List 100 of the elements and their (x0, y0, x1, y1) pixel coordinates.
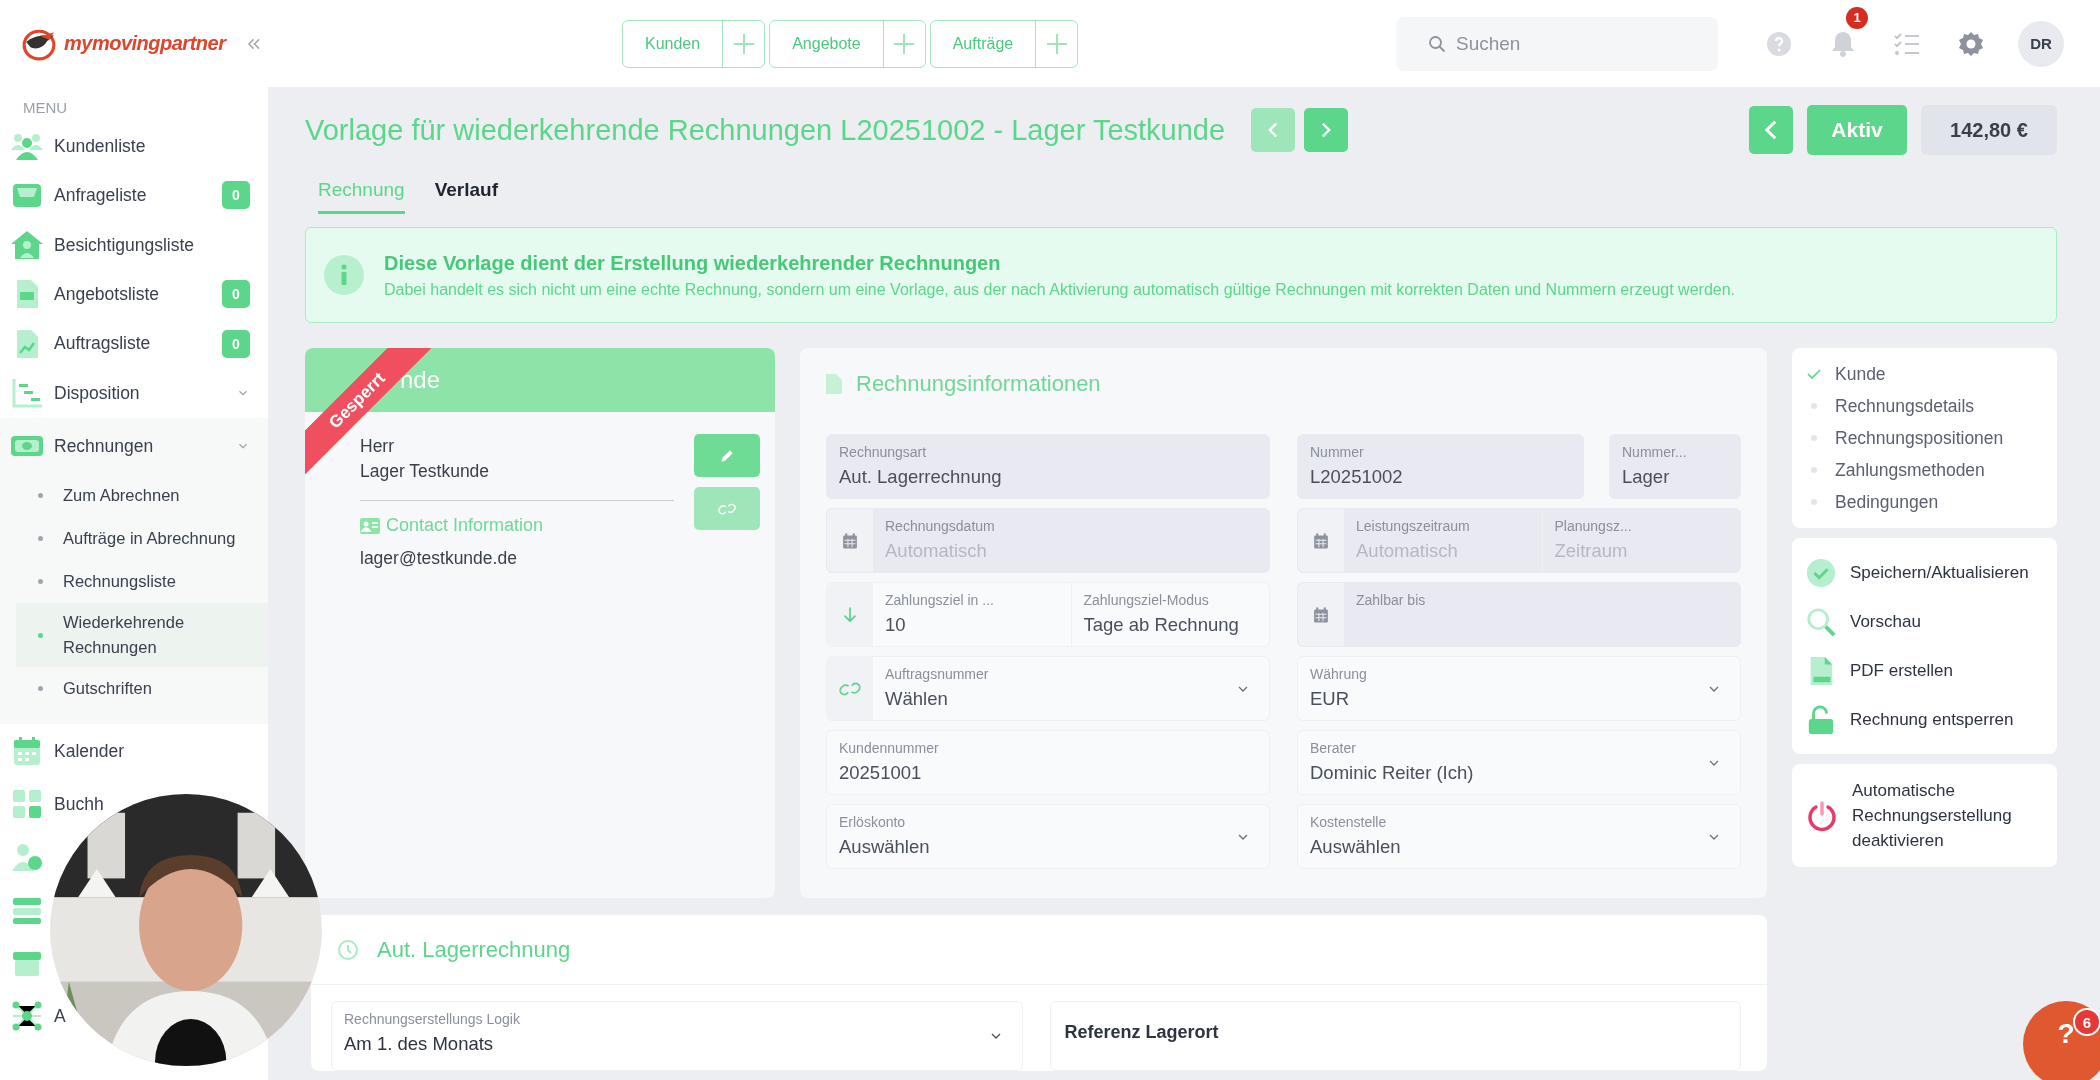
network-icon (11, 999, 43, 1032)
field-label: Rechnungserstellungs Logik (344, 1011, 521, 1027)
input-field[interactable]: Nummer L20251002 (1297, 434, 1584, 499)
menu-heading: MENU (22, 99, 69, 118)
select-field[interactable]: Rechnungserstellungs Logik Am 1. des Monats (331, 1001, 1023, 1071)
sidebar-item[interactable]: Kundenliste (54, 136, 146, 155)
chevron-left-icon (1765, 120, 1777, 140)
banner-text: Dabei handelt es sich nicht um eine echte Rechnung, sondern um eine Vorlage, aus der nach Aktivierung automatisch gültige Rechnungen mit korrekten Daten und Nummern erzeugt werden. (384, 280, 1735, 299)
sidebar-item[interactable]: Disposition (0, 368, 268, 418)
field-value: Auswählen (1310, 836, 1402, 858)
field-heading: Referenz Lagerort (1063, 1021, 1220, 1044)
info-icon (324, 255, 364, 295)
double-chevron-icon (248, 37, 261, 50)
notification-badge: 1 (1846, 6, 1868, 29)
action-button[interactable]: Vorschau (1806, 597, 2043, 646)
page-title: Vorlage für wiederkehrende Rechnungen L20251002 - Lager Testkunde (305, 113, 1226, 147)
document-icon (826, 374, 842, 394)
customer-name: Lager Testkunde (360, 460, 491, 483)
amount-display: 142,80 € (1921, 105, 2057, 155)
bell-icon (1830, 29, 1856, 58)
search-icon (1428, 34, 1446, 53)
field-label: Nummer... (1622, 444, 1688, 460)
field-label: Erlöskonto (839, 814, 907, 830)
field-label: Planungsz... (1554, 518, 1633, 534)
field-value: EUR (1310, 688, 1351, 710)
chart-icon (11, 377, 43, 410)
logo-text: mymovingpartner (64, 32, 226, 55)
sidebar-item[interactable]: Auftragsliste 0 (0, 319, 268, 369)
plus-icon (732, 32, 755, 55)
edit-button[interactable] (694, 434, 760, 477)
field-label: Leistungszeitraum (1356, 518, 1471, 534)
submenu-item[interactable]: Gutschriften (0, 667, 268, 710)
select-field[interactable]: Erlöskonto Auswählen (826, 804, 1270, 869)
tab[interactable]: Verlauf (434, 173, 498, 214)
submenu-item[interactable]: Wiederkehrende Rechnungen (16, 603, 268, 667)
step-link[interactable]: Kunde (1835, 363, 1886, 385)
house-icon (11, 228, 43, 261)
action-button[interactable]: Rechnung entsperren (1806, 695, 2043, 744)
field-value: Dominic Reiter (Ich) (1310, 762, 1475, 784)
field-value: 20251001 (839, 762, 923, 784)
field-label: Kundennummer (839, 740, 940, 756)
chevron-left-icon (1268, 122, 1279, 138)
action-button[interactable]: PDF erstellen (1806, 646, 2043, 695)
help-icon (1766, 30, 1792, 57)
user-avatar[interactable]: DR (2018, 20, 2064, 67)
step-link[interactable]: Rechnungsdetails (1835, 395, 1975, 417)
sidebar-item[interactable]: Buchh (54, 794, 104, 813)
check-circle-icon (1806, 557, 1836, 588)
field-label: Währung (1310, 666, 1368, 682)
search-field[interactable]: Suchen (1396, 16, 1718, 71)
card-title: Rechnungsinformationen (856, 371, 1101, 397)
sidebar-item[interactable]: A (54, 1006, 66, 1025)
count-badge: 0 (222, 329, 250, 358)
field-label: Zahlungsziel in ... (885, 592, 995, 608)
sidebar-item[interactable]: Rechnungen (0, 418, 268, 474)
clock-icon (337, 938, 359, 961)
sidebar-item[interactable]: Kalender (54, 741, 125, 760)
sidebar-item[interactable]: Besichtigungsliste (54, 235, 195, 254)
action-button[interactable]: Speichern/Aktualisieren (1806, 548, 2043, 597)
count-badge: 0 (222, 280, 250, 309)
back-button[interactable] (1749, 106, 1793, 154)
step-link[interactable]: Bedingungen (1835, 491, 1939, 513)
count-badge: 0 (222, 181, 250, 210)
select-field[interactable]: Auftragsnummer Wählen (826, 656, 1270, 721)
card-title: nde (400, 366, 441, 394)
select-field[interactable]: Währung EUR (1297, 656, 1741, 721)
field-value: Tage ab Rechnung (1083, 614, 1240, 636)
unlocked-padlock-icon (1806, 704, 1836, 735)
select-field[interactable]: Kostenstelle Auswählen (1297, 804, 1741, 869)
field-value: Wählen (885, 688, 949, 710)
field-label: Zahlbar bis (1356, 592, 1427, 608)
input-field[interactable]: Zahlungsziel in ... 10 Zahlungsziel-Modus Tage ab Rechnung (826, 582, 1270, 647)
calculator-icon (11, 787, 43, 820)
chevron-right-icon (1321, 122, 1332, 138)
plus-icon (893, 32, 916, 55)
sidebar-item[interactable]: Anfrageliste 0 (0, 170, 268, 220)
input-field[interactable]: Nummer... Lager (1609, 434, 1741, 499)
sidebar-item[interactable]: Angebotsliste 0 (0, 269, 268, 319)
field-label: Rechnungsart (839, 444, 928, 460)
input-field[interactable]: Kundennummer 20251001 (826, 730, 1270, 795)
submenu-item[interactable]: Aufträge in Abrechnung (0, 517, 268, 560)
magnifier-icon (1806, 606, 1836, 637)
step-link[interactable]: Zahlungsmethoden (1835, 459, 1985, 481)
submenu-item[interactable]: Zum Abrechnen (0, 474, 268, 517)
settings-icon (1957, 29, 1985, 58)
select-field[interactable]: Berater Dominic Reiter (Ich) (1297, 730, 1741, 795)
field-value: Am 1. des Monats (344, 1033, 495, 1055)
step-link[interactable]: Rechnungspositionen (1835, 427, 2004, 449)
field-label: Zahlungsziel-Modus (1083, 592, 1210, 608)
submenu-item[interactable]: Rechnungsliste (0, 560, 268, 603)
next-button[interactable] (1304, 108, 1349, 152)
banner-title: Diese Vorlage dient der Erstellung wiederkehrender Rechnungen (384, 251, 1002, 275)
deactivate-button[interactable]: Automatische Rechnungserstellung deaktivieren (1806, 774, 2043, 857)
checklist-icon (1893, 30, 1921, 57)
field-value: Lager (1622, 466, 1671, 488)
section-heading: Contact Information (386, 515, 544, 536)
field-label: Auftragsnummer (885, 666, 990, 682)
input-field[interactable]: Rechnungsart Aut. Lagerrechnung (826, 434, 1270, 499)
field-label: Rechnungsdatum (885, 518, 996, 534)
field-value: Aut. Lagerrechnung (839, 466, 1003, 488)
